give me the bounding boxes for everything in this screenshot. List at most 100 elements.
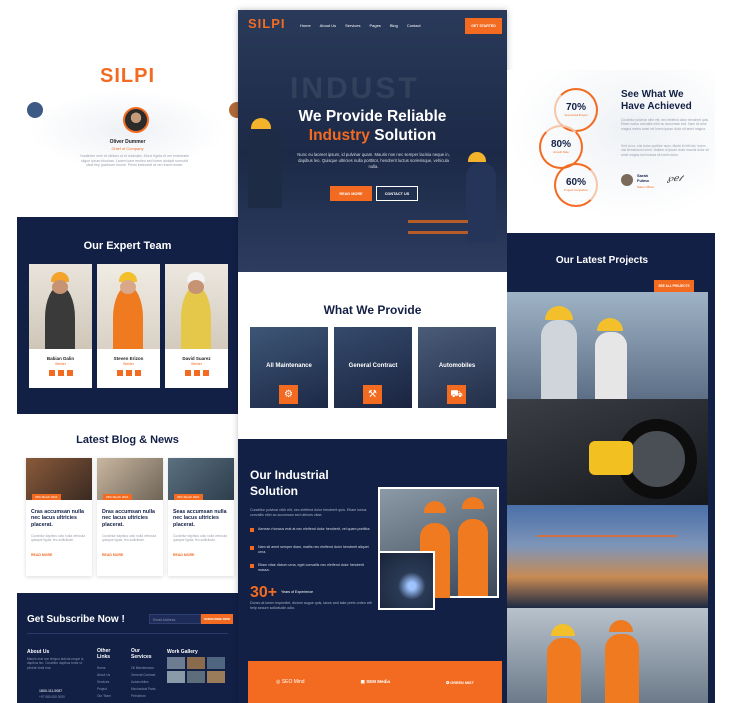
hero-text: Nunc eu laoreet ipsum, id pulvinar quam.… xyxy=(297,152,450,169)
achieved-text: Curabitur pulvinar nibh elit, nec eleife… xyxy=(621,118,709,131)
blog-card-3[interactable]: 25th March 2021 Seas accumsan nulla nec … xyxy=(168,458,234,576)
hero-bg-text: INDUST xyxy=(290,72,420,105)
main-nav: Home About Us Services Pages Blog Contac… xyxy=(300,23,421,28)
stat-label: Growth Rate xyxy=(553,150,569,154)
footer-link[interactable]: About Us xyxy=(97,672,111,679)
signature: ℘ℯ𝓉 xyxy=(667,174,682,184)
partner-sem-media: ▣ SEM Media xyxy=(360,679,390,684)
partner-green-mist: ❂ GREEN MIST xyxy=(446,680,474,685)
social-icons[interactable] xyxy=(117,370,141,376)
blog-post-title: Dras accumsan nulla nec lacus ultricies … xyxy=(102,509,155,528)
footer-service[interactable]: Petroleum xyxy=(131,693,155,700)
blog-card-1[interactable]: 25th March 2021 Cras accumsan nulla nec … xyxy=(26,458,92,576)
service-card-3[interactable]: Automobiles ⛟ xyxy=(418,327,496,408)
author-role: Chief of Company xyxy=(111,146,144,151)
subscribe-button[interactable]: SUBSCRIBE NOW xyxy=(201,614,233,624)
project-image-3[interactable] xyxy=(507,505,708,608)
read-more-link[interactable]: READ MORE xyxy=(173,553,194,557)
subscribe-footer: Get Subscribe Now ! Email Address SUBSCR… xyxy=(17,593,238,703)
bullet-icon xyxy=(250,564,254,568)
project-image-1[interactable] xyxy=(507,292,708,399)
service-label: General Contract xyxy=(348,363,398,369)
team-name: David Suarez xyxy=(182,356,211,361)
team-role: Welder xyxy=(190,362,203,366)
stat-value: 80% xyxy=(550,139,571,150)
achieved-text-2: Sed ut rur, nisi tortor porttitor nunc. … xyxy=(621,144,709,157)
footer-service[interactable]: Automobiles xyxy=(131,679,155,686)
read-more-link[interactable]: READ MORE xyxy=(31,553,52,557)
stat-value: 70% xyxy=(565,102,586,113)
bullet-text: Etiam vitae dictum urna, eget convallis … xyxy=(258,563,364,573)
blog-text: Curabitur dapibus odio nulla vehicula qu… xyxy=(173,534,228,543)
worker-right xyxy=(466,162,496,242)
nav-services[interactable]: Services xyxy=(345,23,360,28)
nav-blog[interactable]: Blog xyxy=(390,23,398,28)
get-started-button[interactable]: GET STARTED xyxy=(465,18,502,34)
person-avatar xyxy=(621,174,633,186)
footer-service[interactable]: Oil Maintenance xyxy=(131,665,155,672)
social-icons[interactable] xyxy=(49,370,73,376)
team-role: Welder xyxy=(122,362,135,366)
maintenance-icon: ⚙ xyxy=(279,385,298,404)
read-more-link[interactable]: READ MORE xyxy=(102,553,123,557)
logo[interactable]: SILPI xyxy=(248,16,286,31)
footer-links: Home About Us Services Project Our Team xyxy=(97,665,111,700)
provide-title: What We Provide xyxy=(323,303,422,317)
stat-label: Successful Project xyxy=(564,113,588,117)
social-icons[interactable] xyxy=(185,370,209,376)
team-card-3[interactable]: David Suarez Welder xyxy=(165,264,228,388)
see-all-projects-button[interactable]: SEE ALL PROJECTS xyxy=(654,280,694,292)
nav-home[interactable]: Home xyxy=(300,23,311,28)
footer-service[interactable]: Mechanical Parts xyxy=(131,686,155,693)
stat-value: 60% xyxy=(565,177,586,188)
solution-section: Our Industrial Solution Curabitur pulvin… xyxy=(238,439,507,703)
automobile-icon: ⛟ xyxy=(447,385,466,404)
person-role: Sales Officer xyxy=(637,185,655,189)
blog-text: Curabitur dapibus odio nulla vehicula qu… xyxy=(102,534,157,543)
footer-phone: 1800-111-9087 xyxy=(39,689,63,693)
team-photo xyxy=(165,264,228,349)
blog-date: 25th March 2021 xyxy=(174,494,203,500)
footer-about-title: About Us xyxy=(27,649,50,655)
project-image-4[interactable] xyxy=(507,608,708,703)
bullet-icon xyxy=(250,546,254,550)
projects-title: Our Latest Projects xyxy=(555,255,649,266)
team-card-2[interactable]: Steven Erizon Welder xyxy=(97,264,160,388)
footer-link[interactable]: Our Team xyxy=(97,693,111,700)
footer-link[interactable]: Services xyxy=(97,679,111,686)
team-name: Babian Dalin xyxy=(46,356,75,361)
stat-circle-3: 60% Project Completion xyxy=(554,163,598,207)
hero-title-line2: Industry Solution xyxy=(238,127,507,145)
blog-date: 25th March 2021 xyxy=(103,494,132,500)
projects-section: Our Latest Projects SEE ALL PROJECTS xyxy=(507,233,715,703)
blog-date: 25th March 2021 xyxy=(32,494,61,500)
footer-links-title: Other Links xyxy=(97,648,111,660)
project-image-2[interactable] xyxy=(507,399,708,505)
team-card-1[interactable]: Babian Dalin Welder xyxy=(29,264,92,388)
solution-image-small xyxy=(378,551,435,610)
footer-services: Oil Maintenance General Contract Automob… xyxy=(131,665,155,700)
nav-about[interactable]: About Us xyxy=(320,23,336,28)
middle-page: INDUST SILPI Home About Us Services Page… xyxy=(238,10,507,703)
partners-bar: ◎ SEO Mind ▣ SEM Media ❂ GREEN MIST xyxy=(248,661,502,703)
avatar-side-left xyxy=(27,102,43,118)
nav-contact[interactable]: Contact xyxy=(407,23,421,28)
read-more-button[interactable]: READ MORE xyxy=(330,186,372,201)
avatar-side-right xyxy=(229,102,238,118)
subscribe-input[interactable]: Email Address xyxy=(149,614,201,624)
footer-link[interactable]: Project xyxy=(97,686,111,693)
footer-link[interactable]: Home xyxy=(97,665,111,672)
experience-text: Donec at lorem imperdiet, dictum augue q… xyxy=(250,601,372,611)
footer-phone2: +97 980 000 0000 xyxy=(39,695,65,699)
service-label: Automobiles xyxy=(438,363,476,369)
bullet-text: Aenean rhoncus erat at nec eleifend dolo… xyxy=(258,527,371,531)
service-card-2[interactable]: General Contract ⚒ xyxy=(334,327,412,408)
service-card-1[interactable]: All Maintenance ⚙ xyxy=(250,327,328,408)
team-title: Our Expert Team xyxy=(83,240,172,252)
stat-label: Project Completion xyxy=(564,188,588,192)
contact-us-button[interactable]: CONTACT US xyxy=(376,186,418,201)
footer-service[interactable]: General Contract xyxy=(131,672,155,679)
nav-pages[interactable]: Pages xyxy=(369,23,380,28)
blog-card-2[interactable]: 25th March 2021 Dras accumsan nulla nec … xyxy=(97,458,163,576)
contract-icon: ⚒ xyxy=(363,385,382,404)
